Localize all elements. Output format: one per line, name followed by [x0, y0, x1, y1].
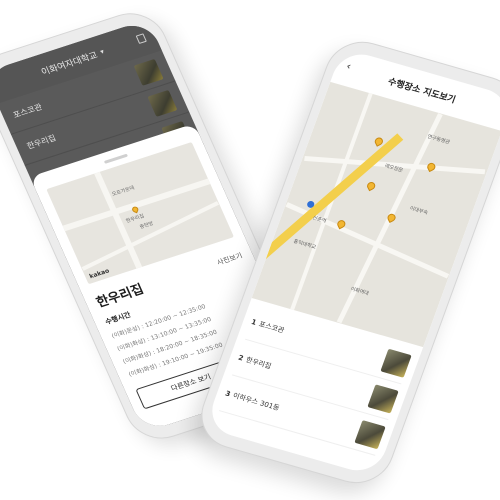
place-thumbnail — [147, 89, 178, 117]
mockup-stage: 이화여자대학교 ▾ 포스코관 한우리집 ECC B4 볼라홀 — [0, 0, 500, 500]
back-icon[interactable]: ‹ — [345, 61, 353, 72]
place-thumbnail — [380, 348, 412, 378]
map-label: 이대부속 — [408, 205, 429, 217]
campus-title: 이화여자대학교 — [39, 50, 100, 78]
map-label: 홍익대학교 — [292, 238, 317, 251]
list-item-number: 1 — [250, 317, 258, 327]
list-item-number: 2 — [237, 353, 245, 363]
list-item-number: 3 — [224, 388, 232, 398]
campus-map[interactable]: 연구동영관 레오정문 이대부속 홍익대학교 신촌역 이화여대 — [251, 81, 500, 348]
list-item-label: 한우리집 — [25, 133, 58, 151]
map-label: 충현방 — [138, 220, 155, 231]
place-thumbnail — [367, 383, 399, 414]
list-item-label: 한우리집 — [244, 355, 273, 371]
map-brand-logo: kakao — [88, 267, 111, 281]
place-thumbnail — [133, 58, 164, 86]
map-pin-icon[interactable] — [365, 180, 377, 192]
map-label: 연구동영관 — [426, 133, 451, 146]
list-item-label: 이하우스 301동 — [231, 391, 281, 412]
map-icon[interactable] — [135, 33, 147, 44]
chevron-down-icon[interactable]: ▾ — [99, 48, 106, 56]
list-item-label: 포스코관 — [11, 102, 44, 120]
map-label: 오프가운데 — [111, 185, 136, 198]
place-thumbnail — [354, 419, 386, 449]
sheet-handle[interactable] — [103, 153, 129, 164]
photo-link[interactable]: 사진보기 — [215, 250, 244, 267]
list-item-label: 포스코관 — [257, 319, 286, 335]
